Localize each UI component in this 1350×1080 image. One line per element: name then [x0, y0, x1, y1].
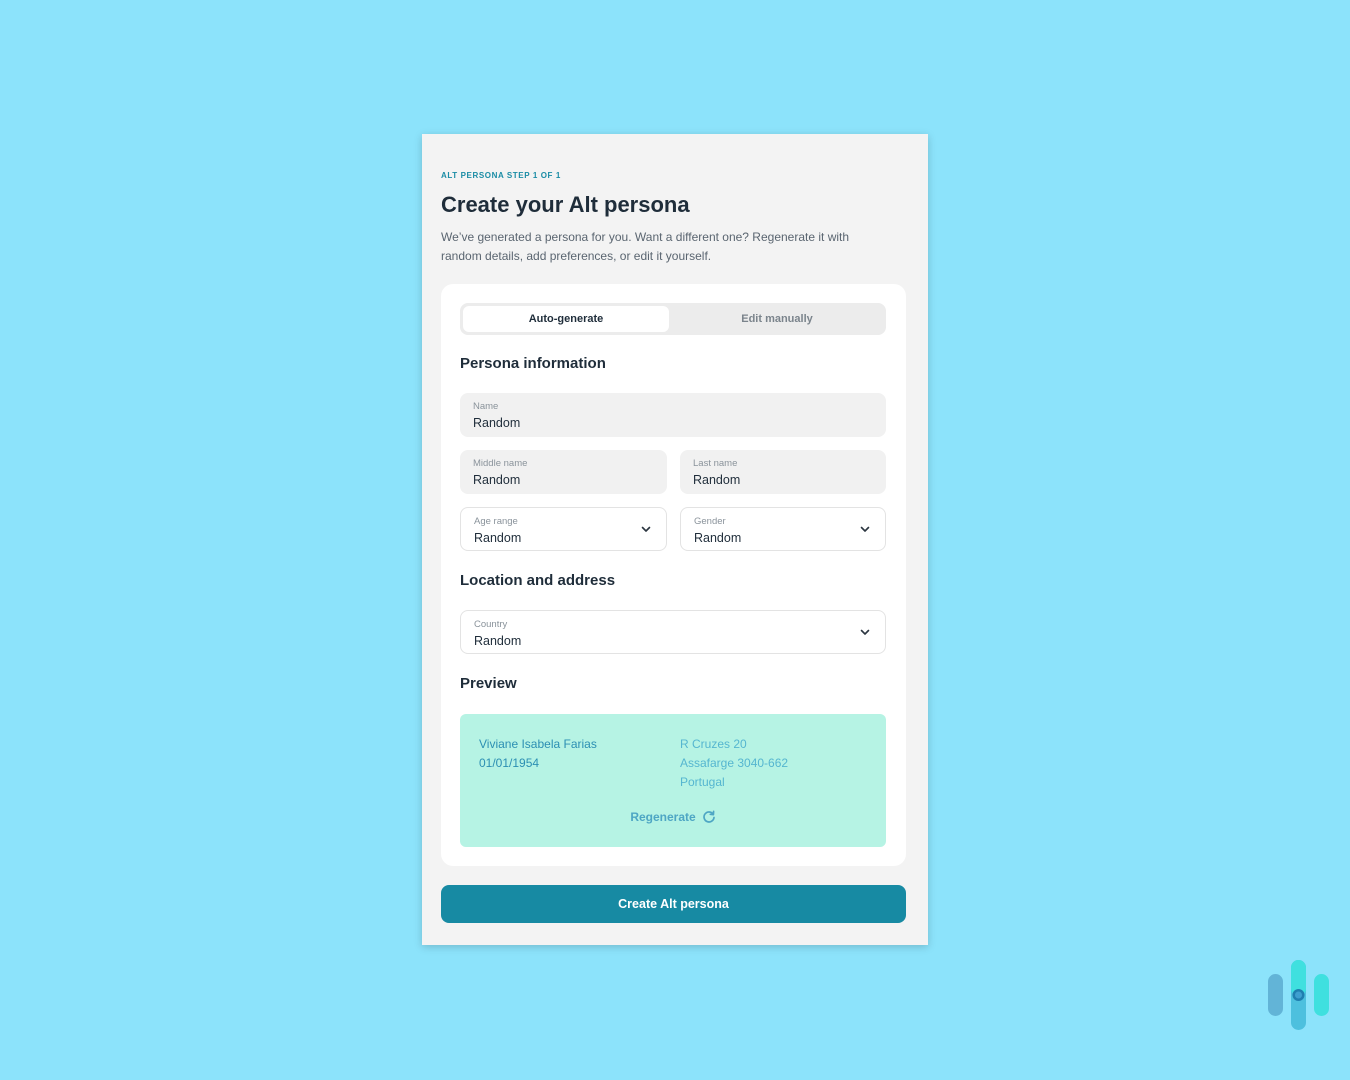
- chevron-down-icon: [641, 526, 651, 532]
- name-label: Name: [473, 401, 499, 412]
- gender-select[interactable]: Gender Random: [680, 507, 886, 551]
- gender-label: Gender: [694, 516, 726, 527]
- location-heading: Location and address: [460, 572, 616, 589]
- age-range-value: Random: [474, 531, 522, 545]
- last-name-value: Random: [693, 473, 741, 487]
- preview-country: Portugal: [680, 775, 725, 789]
- tab-auto-generate[interactable]: Auto-generate: [463, 306, 669, 332]
- persona-card: ALT PERSONA STEP 1 OF 1 Create your Alt …: [422, 134, 928, 945]
- middle-name-field[interactable]: Middle name Random: [460, 450, 667, 494]
- middle-name-label: Middle name: [473, 458, 528, 469]
- persona-information-heading: Persona information: [460, 355, 606, 372]
- page-subtitle: We’ve generated a persona for you. Want …: [441, 230, 850, 263]
- tab-edit-manually[interactable]: Edit manually: [674, 306, 880, 332]
- step-indicator: ALT PERSONA STEP 1 OF 1: [441, 171, 561, 180]
- chevron-down-icon: [860, 629, 870, 635]
- age-range-select[interactable]: Age range Random: [460, 507, 667, 551]
- page-title: Create your Alt persona: [441, 192, 690, 217]
- name-field[interactable]: Name Random: [460, 393, 886, 437]
- preview-identity: Viviane Isabela Farias 01/01/1954: [479, 735, 597, 773]
- country-label: Country: [474, 619, 508, 630]
- preview-full-name: Viviane Isabela Farias: [479, 737, 597, 751]
- name-value: Random: [473, 416, 521, 430]
- regenerate-label: Regenerate: [630, 810, 696, 824]
- preview-street: R Cruzes 20: [680, 737, 747, 751]
- age-range-label: Age range: [474, 516, 518, 527]
- last-name-label: Last name: [693, 458, 738, 469]
- country-select[interactable]: Country Random: [460, 610, 886, 654]
- refresh-icon: [702, 810, 715, 823]
- chevron-down-icon: [860, 526, 870, 532]
- preview-address: R Cruzes 20 Assafarge 3040-662 Portugal: [680, 735, 788, 792]
- regenerate-button[interactable]: Regenerate: [460, 810, 886, 824]
- preview-heading: Preview: [460, 675, 517, 692]
- mode-tabs: Auto-generate Edit manually: [460, 303, 886, 335]
- country-value: Random: [474, 634, 522, 648]
- preview-dob: 01/01/1954: [479, 756, 540, 770]
- gender-value: Random: [694, 531, 742, 545]
- create-alt-persona-button[interactable]: Create Alt persona: [441, 885, 906, 923]
- middle-name-value: Random: [473, 473, 521, 487]
- last-name-field[interactable]: Last name Random: [680, 450, 886, 494]
- persona-preview: Viviane Isabela Farias 01/01/1954 R Cruz…: [460, 714, 886, 847]
- persona-form-panel: Auto-generate Edit manually Persona info…: [441, 284, 906, 866]
- preview-city: Assafarge 3040-662: [680, 756, 789, 770]
- brand-logo: [1268, 960, 1329, 1030]
